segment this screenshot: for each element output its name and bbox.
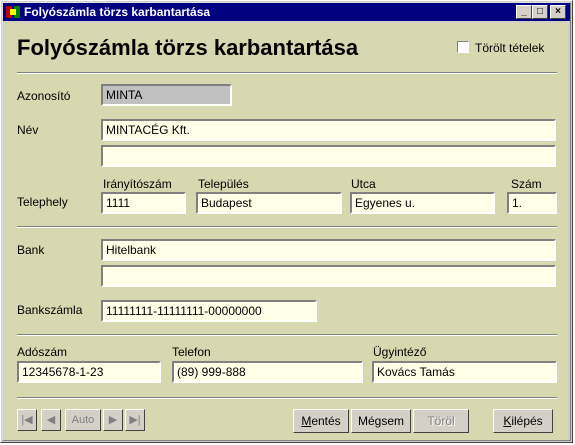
cancel-label-rest: sem bbox=[381, 414, 405, 428]
maximize-button[interactable]: □ bbox=[532, 5, 548, 19]
zip-field[interactable]: 1111 bbox=[101, 192, 186, 214]
number-label: Szám bbox=[511, 177, 542, 191]
name-field-line2[interactable] bbox=[101, 145, 556, 167]
city-label: Település bbox=[198, 177, 249, 191]
id-field: MINTA bbox=[101, 84, 232, 106]
phone-label: Telefon bbox=[172, 345, 211, 359]
deleted-items-label[interactable]: Törölt tételek bbox=[475, 41, 544, 55]
divider bbox=[17, 334, 557, 336]
application-window: Folyószámla törzs karbantartása _ □ × Fo… bbox=[0, 0, 573, 443]
deleted-items-checkbox[interactable] bbox=[457, 41, 469, 53]
app-icon bbox=[6, 6, 20, 18]
bank-field-line1[interactable]: Hitelbank bbox=[101, 239, 556, 261]
exit-button[interactable]: Kilépés bbox=[493, 409, 553, 433]
cancel-label-pre: Mé bbox=[357, 414, 375, 428]
minimize-button[interactable]: _ bbox=[516, 5, 532, 19]
save-accesskey: M bbox=[301, 414, 312, 428]
number-field[interactable]: 1. bbox=[507, 192, 557, 214]
bank-label: Bank bbox=[17, 243, 45, 257]
divider bbox=[17, 72, 557, 74]
cancel-button[interactable]: Mégsem bbox=[351, 409, 411, 433]
prev-record-button[interactable]: ◀ bbox=[41, 409, 61, 431]
save-button[interactable]: Mentés bbox=[293, 409, 349, 433]
id-label: Azonosító bbox=[17, 89, 71, 103]
delete-button[interactable]: Töröl bbox=[413, 409, 469, 433]
window-title: Folyószámla törzs karbantartása bbox=[24, 5, 211, 19]
close-button[interactable]: × bbox=[550, 5, 566, 19]
bank-field-line2[interactable] bbox=[101, 265, 556, 287]
city-field[interactable]: Budapest bbox=[196, 192, 342, 214]
site-label: Telephely bbox=[17, 195, 68, 209]
auto-button[interactable]: Auto bbox=[65, 409, 101, 431]
title-bar[interactable]: Folyószámla törzs karbantartása _ □ × bbox=[3, 3, 570, 21]
form-client-area: Folyószámla törzs karbantartása Törölt t… bbox=[5, 23, 568, 440]
name-field-line1[interactable]: MINTACÉG Kft. bbox=[101, 119, 556, 141]
street-label: Utca bbox=[351, 177, 376, 191]
exit-label: ilépés bbox=[511, 414, 543, 428]
phone-field[interactable]: (89) 999-888 bbox=[172, 361, 363, 383]
account-label: Bankszámla bbox=[17, 303, 83, 317]
next-record-button[interactable]: ▶ bbox=[103, 409, 123, 431]
divider bbox=[17, 397, 557, 399]
page-title: Folyószámla törzs karbantartása bbox=[17, 35, 359, 60]
zip-label: Irányítószám bbox=[103, 177, 172, 191]
divider bbox=[17, 226, 557, 228]
name-label: Név bbox=[17, 123, 39, 137]
street-field[interactable]: Egyenes u. bbox=[350, 192, 495, 214]
last-record-button[interactable]: ▶| bbox=[125, 409, 145, 431]
first-record-button[interactable]: |◀ bbox=[17, 409, 37, 431]
save-label: entés bbox=[311, 414, 341, 428]
account-field[interactable]: 11111111-11111111-00000000 bbox=[101, 300, 317, 322]
tax-field[interactable]: 12345678-1-23 bbox=[17, 361, 161, 383]
agent-field[interactable]: Kovács Tamás bbox=[372, 361, 557, 383]
agent-label: Ügyintéző bbox=[373, 345, 427, 359]
tax-label: Adószám bbox=[17, 345, 68, 359]
